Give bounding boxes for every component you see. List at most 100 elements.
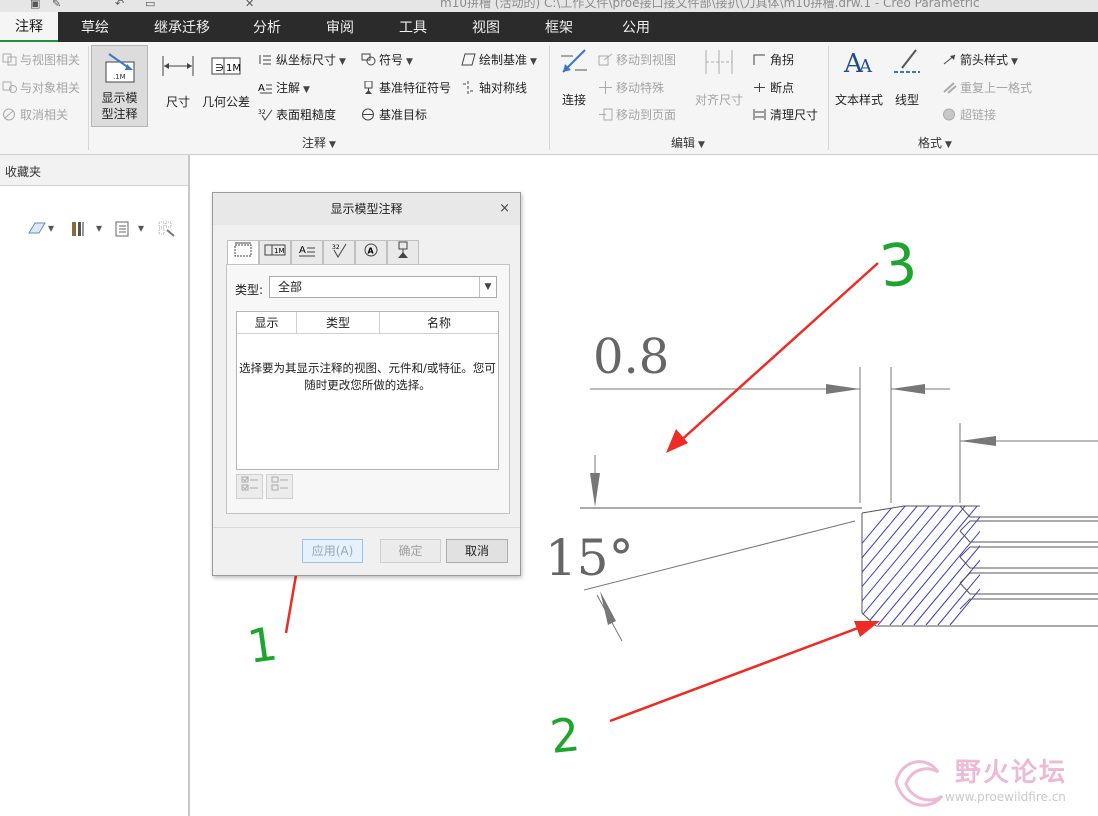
chevron-down-icon[interactable]: ▼	[530, 57, 537, 67]
connect-icon	[556, 46, 592, 82]
annotation-group-label[interactable]: 注释 ▼	[302, 134, 336, 151]
column-name[interactable]: 名称	[380, 312, 498, 334]
chevron-down-icon[interactable]: ▼	[406, 57, 413, 67]
chevron-down-icon: ▼	[945, 140, 952, 150]
ordinate-dim-button[interactable]: 纵坐标尺寸 ▼	[258, 51, 346, 68]
gtol-button[interactable]: ∋ 1M 几何公差	[201, 52, 251, 112]
chevron-down-icon[interactable]: ▼	[339, 57, 346, 67]
tab-datum[interactable]	[387, 240, 419, 264]
tab-gtol[interactable]: 1M	[259, 240, 291, 264]
save-icon[interactable]: ▣	[30, 0, 40, 10]
note-button[interactable]: A 注解 ▼	[258, 79, 310, 96]
object-related-button[interactable]: 与对象相关	[2, 79, 80, 96]
show-model-annotations-button[interactable]: .1M 显示模型注释	[91, 45, 148, 127]
move-to-page-button[interactable]: 移动到页面	[598, 106, 676, 123]
tab-symbol[interactable]: A	[355, 240, 387, 264]
chevron-down-icon: ▼	[329, 140, 336, 150]
format-group-text: 格式	[918, 136, 943, 150]
tab-annotate[interactable]: 注释	[0, 12, 58, 42]
move-to-view-button[interactable]: 移动到视图	[598, 51, 676, 68]
dimension-button[interactable]: 尺寸	[158, 52, 198, 112]
list-icon[interactable]	[114, 221, 130, 240]
chevron-down-icon[interactable]: ▾	[138, 221, 144, 235]
surface-finish-button[interactable]: 32 表面粗糙度	[258, 106, 336, 123]
dimension-value-15-deg[interactable]: 15°	[545, 529, 634, 587]
symbol-icon	[361, 53, 376, 66]
surface-finish-tab-icon: 32	[332, 243, 347, 258]
tab-common[interactable]: 公用	[622, 12, 650, 42]
deselect-all-button[interactable]	[266, 474, 293, 499]
annotation-list[interactable]: 显示 类型 名称 选择要为其显示注释的视图、元件和/或特征。您可随时更改您所做的…	[236, 311, 499, 470]
window-icon[interactable]: ▭	[145, 0, 155, 10]
text-style-button[interactable]: AA 文本样式	[833, 46, 885, 116]
ordinate-dim-label: 纵坐标尺寸	[276, 53, 337, 67]
tab-dimension[interactable]	[227, 240, 259, 265]
corner-label: 角拐	[770, 53, 795, 67]
select-all-button[interactable]	[236, 474, 263, 499]
corner-button[interactable]: 角拐	[752, 51, 794, 68]
part-geometry	[580, 505, 980, 627]
tab-analysis[interactable]: 分析	[253, 12, 281, 42]
eraser-icon[interactable]	[26, 221, 46, 238]
tab-view[interactable]: 视图	[472, 12, 500, 42]
close-icon[interactable]: ×	[499, 193, 510, 225]
connect-button[interactable]: 连接	[556, 46, 592, 116]
tab-sketch[interactable]: 草绘	[81, 12, 109, 42]
align-dims-button[interactable]: 对齐尺寸	[694, 46, 744, 116]
breakpoint-button[interactable]: 断点	[752, 79, 794, 96]
line-style-button[interactable]: 线型	[890, 46, 924, 116]
datum-feature-symbol-label: 基准特征符号	[379, 81, 452, 95]
chevron-down-icon[interactable]: ▼	[303, 85, 310, 95]
filter-icon[interactable]	[158, 221, 176, 240]
datum-feature-symbol-button[interactable]: 基准特征符号	[361, 79, 451, 96]
annotation-number-3: 3	[876, 229, 920, 300]
repeat-format-button[interactable]: 重复上一格式	[942, 79, 1032, 96]
format-group-label[interactable]: 格式 ▼	[918, 134, 952, 151]
axis-symmetry-label: 轴对称线	[479, 81, 528, 95]
tab-review[interactable]: 审阅	[326, 12, 354, 42]
symbol-label: 符号	[379, 53, 404, 67]
tools-icon[interactable]	[70, 221, 86, 240]
svg-text:A: A	[258, 83, 265, 94]
chevron-down-icon[interactable]: ▾	[48, 221, 54, 235]
note-tab-icon: A	[299, 245, 315, 257]
type-select[interactable]: 全部 ▼	[269, 276, 497, 298]
symbol-button[interactable]: 符号 ▼	[361, 51, 413, 68]
chevron-down-icon[interactable]: ▼	[479, 277, 496, 297]
dialog-title[interactable]: 显示模型注释	[213, 193, 520, 225]
dimension-value-0-8[interactable]: 0.8	[593, 329, 669, 385]
close-window-icon[interactable]: ✕	[245, 0, 254, 10]
column-type[interactable]: 类型	[297, 312, 380, 334]
chevron-down-icon[interactable]: ▼	[1011, 57, 1018, 67]
tab-frame[interactable]: 框架	[545, 12, 573, 42]
clean-dims-button[interactable]: 清理尺寸	[752, 106, 818, 123]
axis-symmetry-icon	[461, 81, 476, 94]
svg-text:A: A	[368, 247, 375, 256]
cancel-button[interactable]: 取消	[446, 539, 508, 563]
tab-tools[interactable]: 工具	[399, 12, 427, 42]
axis-symmetry-button[interactable]: 轴对称线	[461, 79, 527, 96]
move-special-button[interactable]: 移动特殊	[598, 79, 664, 96]
undo-icon[interactable]: ↶	[115, 0, 124, 10]
ok-button[interactable]: 确定	[380, 539, 441, 563]
edit-group-label[interactable]: 编辑 ▼	[671, 134, 705, 151]
linear-dimension[interactable]	[590, 367, 1098, 503]
draw-datum-button[interactable]: 绘制基准 ▼	[461, 51, 537, 68]
clean-dims-label: 清理尺寸	[770, 108, 819, 122]
tab-legacy[interactable]: 继承迁移	[154, 12, 210, 42]
edit-icon[interactable]: ✎	[52, 0, 61, 10]
surface-finish-icon: 32	[258, 108, 273, 121]
move-special-label: 移动特殊	[616, 81, 665, 95]
arrow-style-button[interactable]: 箭头样式 ▼	[942, 51, 1018, 68]
hyperlink-button[interactable]: 超链接	[942, 106, 996, 123]
tab-surface-finish[interactable]: 32	[323, 240, 355, 264]
connect-label: 连接	[561, 93, 586, 107]
unrelate-button[interactable]: 取消相关	[2, 106, 68, 123]
apply-button[interactable]: 应用(A)	[302, 539, 363, 563]
column-display[interactable]: 显示	[237, 312, 297, 334]
chevron-down-icon[interactable]: ▾	[96, 221, 102, 235]
tab-note[interactable]: A	[291, 240, 323, 264]
datum-target-button[interactable]: 基准目标	[361, 106, 427, 123]
favorites-header: 收藏夹	[0, 155, 188, 186]
view-related-button[interactable]: 与视图相关	[2, 51, 80, 68]
